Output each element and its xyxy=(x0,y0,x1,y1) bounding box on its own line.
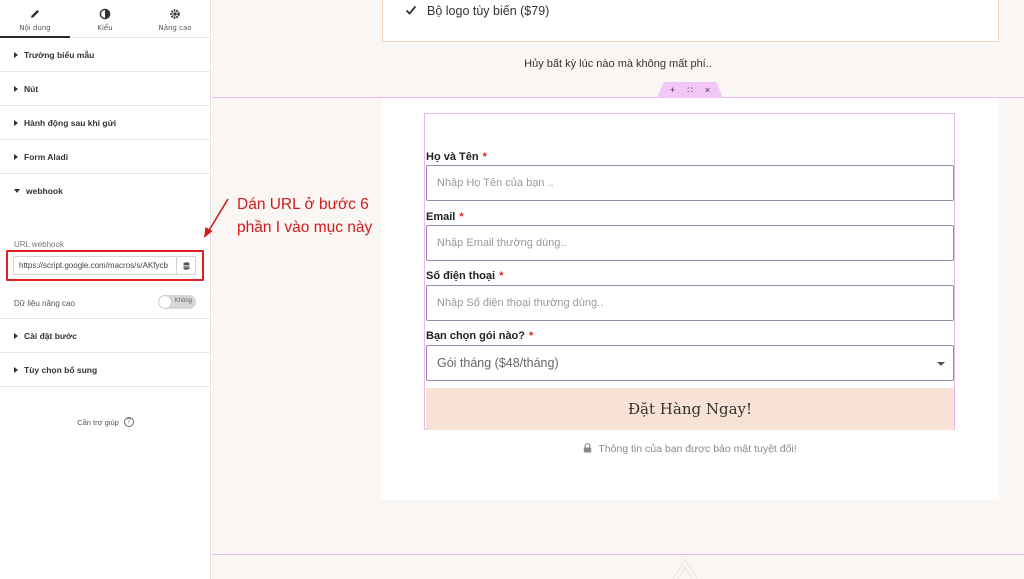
order-form-card: Họ và Tên* Email* Số điện thoại* Bạn chọ… xyxy=(381,98,999,500)
caret-right-icon xyxy=(14,366,18,373)
phone-label: Số điện thoại * xyxy=(426,270,504,282)
plan-selected-value: Gói tháng ($48/tháng) xyxy=(437,356,559,370)
plan-select[interactable]: Gói tháng ($48/tháng) xyxy=(426,345,954,381)
caret-right-icon xyxy=(14,51,18,58)
page-canvas: Bộ logo tùy biến ($79) Hủy bất kỳ lúc nà… xyxy=(212,0,1024,579)
editor-panel: Nội dung Kiểu Nâng cao Trường biểu mẫu N… xyxy=(0,0,211,579)
tab-advanced-label: Nâng cao xyxy=(158,24,192,32)
webhook-url-input[interactable] xyxy=(14,257,176,274)
section-label: Nút xyxy=(24,83,39,94)
tab-advanced[interactable]: Nâng cao xyxy=(140,0,210,37)
security-note: Thông tin của bạn được bảo mật tuyệt đối… xyxy=(381,443,999,455)
delete-section-button[interactable]: × xyxy=(705,82,710,98)
lock-icon xyxy=(584,443,592,453)
annotation-line: phần I vào mục này xyxy=(237,219,373,236)
decorative-diamond-icon xyxy=(672,558,698,579)
help-link[interactable]: Cần trợ giúp ? xyxy=(0,417,211,427)
caret-right-icon xyxy=(14,153,18,160)
contrast-circle-icon xyxy=(99,8,111,20)
webhook-settings: URL webhook Dữ liệu nâng cao Không xyxy=(0,208,210,319)
section-after-submit[interactable]: Hành động sau khi gửi xyxy=(0,106,210,140)
feature-item: Bộ logo tùy biến ($79) xyxy=(427,4,550,18)
section-step-settings[interactable]: Cài đặt bước xyxy=(0,319,210,353)
section-label: Trường biểu mẫu xyxy=(24,49,95,60)
annotation-line: Dán URL ở bước 6 xyxy=(237,196,369,213)
advanced-data-toggle[interactable]: Không xyxy=(158,295,196,309)
section-label: Form Aladi xyxy=(24,151,69,162)
annotation-text: Dán URL ở bước 6 phần I vào mục này xyxy=(237,193,372,239)
annotation-arrow-icon xyxy=(204,198,229,238)
caret-right-icon xyxy=(14,332,18,339)
section-button[interactable]: Nút xyxy=(0,72,210,106)
caret-right-icon xyxy=(14,85,18,92)
check-icon xyxy=(405,5,417,15)
cancel-note: Hủy bất kỳ lúc nào mà không mất phí.. xyxy=(524,58,712,70)
advanced-data-label: Dữ liệu nâng cao xyxy=(14,299,75,308)
order-now-button[interactable]: Đặt Hàng Ngay! xyxy=(426,388,954,430)
email-label: Email * xyxy=(426,211,464,223)
panel-tabs: Nội dung Kiểu Nâng cao xyxy=(0,0,210,38)
dynamic-tags-button[interactable] xyxy=(176,257,195,274)
database-icon xyxy=(183,261,189,270)
toggle-knob xyxy=(159,296,171,308)
tab-style-label: Kiểu xyxy=(97,24,113,32)
plan-label: Bạn chọn gói nào? * xyxy=(426,330,534,342)
pencil-icon xyxy=(31,10,39,18)
section-label: webhook xyxy=(26,186,63,196)
section-form-fields[interactable]: Trường biểu mẫu xyxy=(0,38,210,72)
tab-content[interactable]: Nội dung xyxy=(0,0,70,38)
question-circle-icon: ? xyxy=(123,417,134,427)
webhook-url-label: URL webhook xyxy=(14,240,64,249)
tab-style[interactable]: Kiểu xyxy=(70,0,140,37)
name-input[interactable] xyxy=(426,165,954,201)
section-label: Tùy chọn bổ sung xyxy=(24,364,98,375)
webhook-url-field xyxy=(13,256,196,275)
form-widget-outline xyxy=(424,113,955,430)
section-extra-options[interactable]: Tùy chọn bổ sung xyxy=(0,353,210,387)
section-webhook[interactable]: webhook xyxy=(0,174,210,208)
toggle-state-label: Không xyxy=(174,298,192,304)
caret-down-icon xyxy=(14,189,20,193)
section-label: Hành động sau khi gửi xyxy=(24,117,117,128)
security-note-text: Thông tin của bạn được bảo mật tuyệt đối… xyxy=(598,443,797,455)
section-form-aladi[interactable]: Form Aladi xyxy=(0,140,210,174)
chevron-down-icon xyxy=(937,362,945,366)
section-handle: + ∷ × xyxy=(657,82,723,98)
add-section-button[interactable]: + xyxy=(670,82,675,98)
gear-icon xyxy=(170,9,180,19)
move-section-button[interactable]: ∷ xyxy=(687,82,693,98)
email-input[interactable] xyxy=(426,225,954,261)
pricing-card: Bộ logo tùy biến ($79) xyxy=(382,0,999,42)
tab-content-label: Nội dung xyxy=(19,24,51,32)
help-label: Cần trợ giúp xyxy=(77,417,119,427)
section-label: Cài đặt bước xyxy=(24,330,77,341)
caret-right-icon xyxy=(14,119,18,126)
name-label: Họ và Tên * xyxy=(426,151,487,163)
phone-input[interactable] xyxy=(426,285,954,321)
